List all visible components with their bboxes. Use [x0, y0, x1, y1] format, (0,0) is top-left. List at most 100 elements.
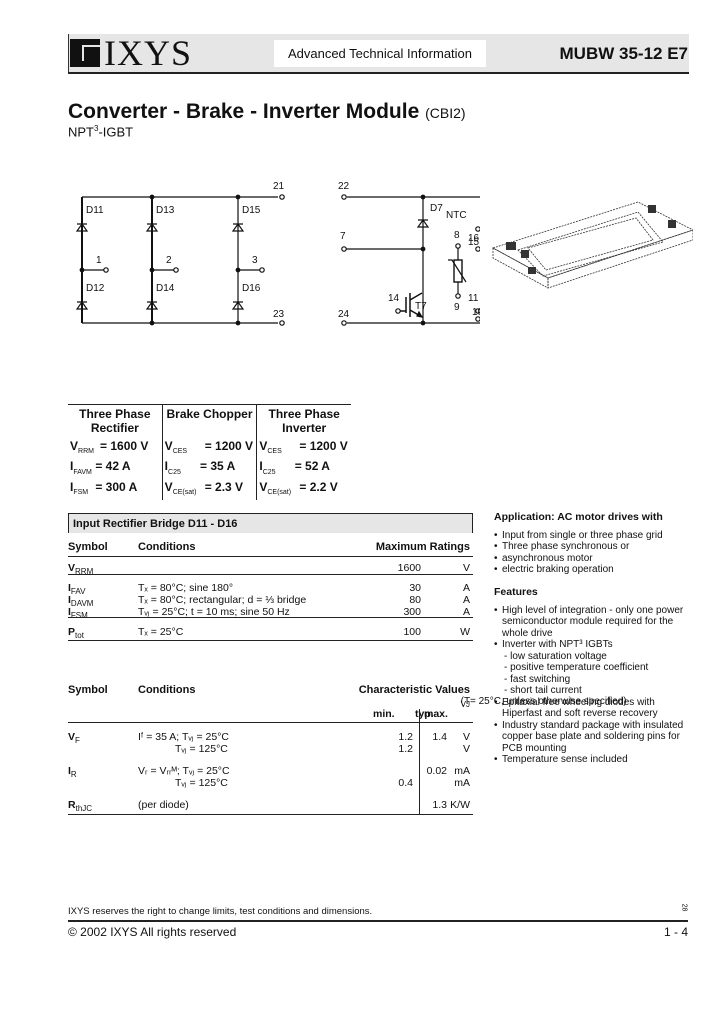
schematic-label: 23 [273, 309, 285, 320]
col-symbol: Symbol [68, 684, 108, 696]
key-ratings-summary: Three Phase Rectifier VRRM = 1600 V IFAVM = 4… [68, 404, 351, 501]
unit: A [462, 594, 470, 606]
value: 1600 [397, 562, 421, 574]
brand-name: IXYS [104, 33, 193, 73]
summary-heading-line: Three Phase [268, 407, 340, 421]
table-row: IR Vᵣ = Vᵣᵣᴹ; Tᵥⱼ = 25°C 0.02 mA [68, 765, 473, 779]
schematic-label: D14 [156, 283, 175, 294]
summary-heading: Three Phase Rectifier [70, 407, 160, 439]
summary-heading-line: Inverter [282, 421, 327, 435]
package-name: (CBI2) [425, 105, 466, 121]
application-heading: Application: AC motor drives with [494, 511, 663, 523]
application-section: Application: AC motor drives with Input … [494, 511, 694, 576]
summary-heading-line: Three Phase [79, 407, 151, 421]
table-row: VF Iᶠ = 35 A; Tᵥⱼ = 25°C 1.2 1.4 V [68, 731, 473, 745]
schematic-label: 14 [388, 293, 400, 304]
max-ratings-header: Symbol Conditions Maximum Ratings [68, 541, 473, 553]
terminal-pin [103, 267, 109, 273]
unit: A [462, 582, 470, 594]
value: 80 [409, 594, 421, 606]
feature-item: Industry standard package with insulated… [494, 720, 694, 755]
value: 100 [403, 626, 421, 638]
col-conditions: Conditions [138, 684, 196, 696]
unit: mA [454, 777, 470, 789]
col-max-ratings: Maximum Ratings [375, 541, 470, 553]
summary-rating: IC25 = 35 A [164, 459, 236, 476]
ixys-logo-icon [70, 39, 100, 67]
terminal-pin [341, 246, 347, 252]
table-row: Tᵥⱼ = 125°C 1.2 V [68, 743, 473, 755]
value: 30 [409, 582, 421, 594]
section-title-rectifier: Input Rectifier Bridge D11 - D16 [68, 513, 473, 533]
subtitle-suffix: -IGBT [98, 124, 134, 140]
terminal-pin [395, 308, 401, 314]
typ: 1.2 [398, 731, 413, 743]
subtitle: NPT3-IGBT [68, 124, 133, 139]
conditions: Tᵥⱼ = 125°C [175, 743, 228, 755]
conditions: Iᶠ = 35 A; Tᵥⱼ = 25°C [138, 731, 230, 743]
emitter-arrow-icon [416, 310, 424, 318]
ntc-pin-bottom-label: 9 [454, 302, 460, 313]
page-number: 1 - 4 [663, 925, 688, 939]
conditions: Tₓ = 25°C [138, 626, 184, 638]
schematic-label: 3 [252, 255, 258, 266]
page-title: Converter - Brake - Inverter Module (CBI… [68, 100, 466, 124]
schematic-label: 24 [338, 309, 350, 320]
summary-rating: VCE(sat) = 2.2 V [259, 479, 338, 497]
typ: 1.2 [398, 743, 413, 755]
junction-dot [235, 194, 241, 200]
summary-rating: IFAVM = 42 A [70, 459, 131, 476]
application-item: electric braking operation [494, 564, 694, 576]
footer-divider [68, 920, 688, 922]
table-row: IFAV Tₓ = 80°C; sine 180° 30 A [68, 582, 473, 596]
char-values-header: Symbol Conditions Characteristic Values … [68, 684, 627, 720]
unit: W [460, 626, 470, 638]
terminal-pin [173, 267, 179, 273]
disclaimer: IXYS reserves the right to change limits… [68, 906, 373, 917]
unit: mA [454, 765, 470, 777]
application-item: Three phase synchronous or [494, 541, 694, 553]
symbol: VRRM [68, 562, 94, 577]
table-row: IDAVM Tₓ = 80°C; rectangular; d = ⅓ bridg… [68, 594, 473, 608]
schematic-label: T7 [415, 301, 427, 312]
table-row: Tᵥⱼ = 125°C 0.4 mA [68, 777, 473, 789]
features-heading: Features [494, 586, 538, 598]
summary-column: Three Phase Rectifier VRRM = 1600 V IFAVM = 4… [68, 405, 162, 500]
junction-dot [235, 320, 241, 326]
col-max: max. [424, 708, 448, 720]
summary-heading: Three Phase Inverter [259, 407, 349, 439]
schematic-label: 21 [273, 181, 285, 192]
summary-rating: IC25 = 52 A [259, 459, 330, 476]
feature-item: - low saturation voltage [504, 650, 607, 662]
summary-column: Three Phase Inverter VCES = 1200 V IC25 = 52 … [256, 405, 351, 501]
schematic-label: D11 [86, 205, 104, 216]
col-conditions: Conditions [138, 541, 196, 553]
unit: V [462, 731, 470, 743]
features-section: Features High level of integration - onl… [494, 586, 694, 766]
feature-item: Temperature sense included [494, 754, 694, 766]
application-item: asynchronous motor [494, 553, 694, 565]
summary-heading-line: Rectifier [90, 421, 139, 435]
terminal-pin [279, 194, 285, 200]
schematic-label: D13 [156, 205, 175, 216]
schematic-label: 22 [338, 181, 350, 192]
schematic-label: 7 [340, 231, 346, 242]
terminal-pin [341, 320, 347, 326]
feature-item: - positive temperature coefficient [504, 662, 649, 673]
feature-item: - short tail current [504, 685, 582, 696]
unit: K/W [450, 799, 470, 811]
col-symbol: Symbol [68, 541, 108, 553]
feature-item: - fast switching [504, 673, 571, 685]
ntc-pin-top-label: 8 [454, 230, 460, 241]
col-char-values: Characteristic Values [358, 684, 470, 696]
copyright: © 2002 IXYS All rights reserved [68, 925, 237, 939]
max: 0.02 [426, 765, 447, 777]
subtitle-prefix: NPT [68, 124, 94, 140]
max: 1.3 [432, 799, 447, 811]
schematic-label: 1 [96, 255, 102, 266]
summary-rating: VCES = 1200 V [164, 439, 254, 456]
schematic-label: 2 [166, 255, 172, 266]
table-row: VRRM 1600 V [68, 562, 473, 576]
conditions: Tₓ = 80°C; sine 180° [138, 582, 234, 594]
col-min: min. [373, 708, 395, 720]
